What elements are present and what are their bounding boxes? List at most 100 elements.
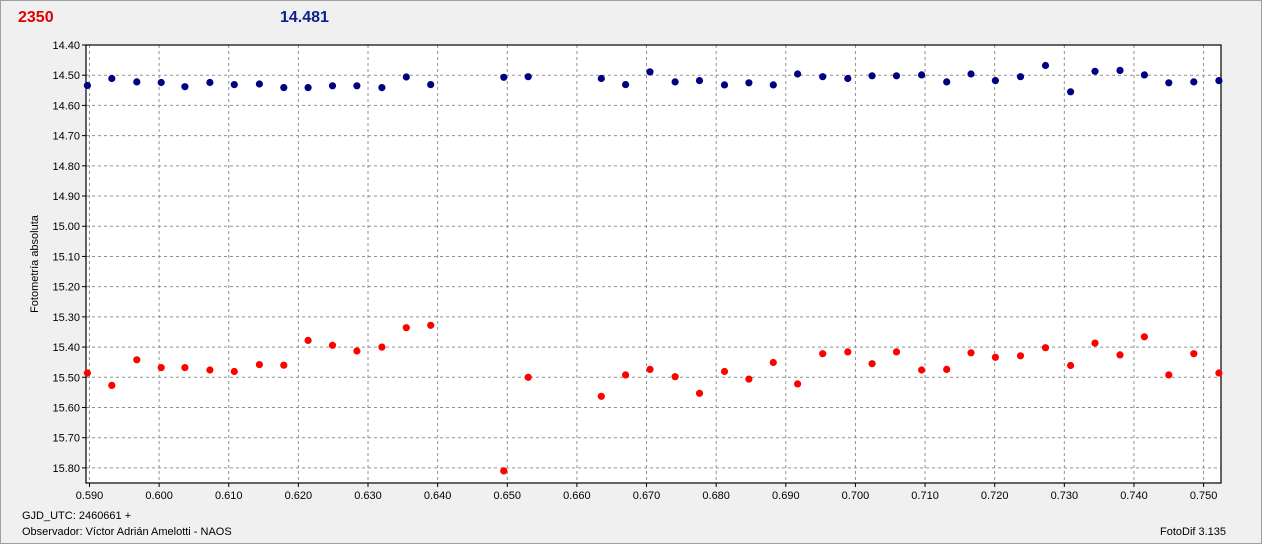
red-data-point xyxy=(255,361,263,369)
red-data-point xyxy=(83,369,91,377)
blue-data-point xyxy=(328,82,337,90)
blue-data-point xyxy=(695,77,704,85)
x-tick-label: 0.710 xyxy=(911,490,939,502)
y-tick-label: 15.40 xyxy=(52,342,80,354)
blue-data-point xyxy=(1215,77,1223,85)
blue-data-point xyxy=(967,70,975,78)
y-tick-label: 15.60 xyxy=(52,402,80,414)
software-label: FotoDif 3.135 xyxy=(1160,526,1227,538)
blue-data-point xyxy=(524,73,532,81)
x-tick-label: 0.700 xyxy=(842,490,870,502)
y-tick-label: 14.70 xyxy=(52,131,80,143)
red-data-point xyxy=(1067,361,1075,370)
red-data-point xyxy=(1116,351,1124,359)
red-data-point xyxy=(622,371,630,379)
red-data-point xyxy=(967,349,975,357)
x-tick-label: 0.630 xyxy=(354,490,382,502)
blue-data-point xyxy=(402,73,410,81)
y-tick-label: 15.70 xyxy=(52,433,80,445)
red-data-point xyxy=(1091,339,1099,347)
y-tick-label: 15.50 xyxy=(52,372,80,384)
blue-data-point xyxy=(157,78,165,87)
blue-data-point xyxy=(597,74,605,83)
y-tick-label: 15.80 xyxy=(52,463,80,475)
red-data-point xyxy=(819,350,827,358)
y-tick-label: 15.20 xyxy=(52,282,80,294)
red-data-point xyxy=(108,381,116,389)
blue-data-point xyxy=(892,72,901,80)
blue-data-point xyxy=(794,70,802,78)
blue-data-point xyxy=(133,78,141,86)
x-tick-label: 0.740 xyxy=(1120,490,1148,502)
x-tick-label: 0.690 xyxy=(772,490,800,502)
x-tick-label: 0.620 xyxy=(285,490,313,502)
y-tick-label: 15.30 xyxy=(52,312,80,324)
red-data-point xyxy=(157,364,165,372)
blue-data-point xyxy=(844,74,852,83)
y-tick-label: 14.40 xyxy=(52,40,80,52)
blue-data-point xyxy=(108,74,116,83)
blue-data-point xyxy=(1165,79,1173,87)
blue-data-point xyxy=(83,81,91,90)
red-data-point xyxy=(378,343,386,351)
red-data-point xyxy=(230,367,238,376)
red-data-point xyxy=(794,380,802,388)
scatter-chart: 14.40 14.50 14.60 14.70 14.80 14.90 15.00 15.10… xyxy=(29,40,1223,502)
blue-data-point xyxy=(671,78,679,86)
blue-data-point xyxy=(868,72,876,80)
x-tick-label: 0.680 xyxy=(702,490,730,502)
x-tick-label: 0.660 xyxy=(563,490,591,502)
blue-data-point xyxy=(745,79,753,87)
blue-data-point xyxy=(1091,67,1099,75)
blue-data-point xyxy=(427,81,435,89)
blue-data-point xyxy=(918,71,926,79)
blue-data-point xyxy=(1140,71,1148,79)
red-data-point xyxy=(500,467,508,475)
red-data-point xyxy=(918,366,926,374)
blue-data-point xyxy=(353,82,361,90)
red-data-point xyxy=(206,366,214,374)
red-data-point xyxy=(695,389,704,397)
red-data-point xyxy=(844,348,852,356)
red-data-point xyxy=(1140,333,1148,341)
blue-data-point xyxy=(1016,73,1025,81)
red-data-point xyxy=(868,360,876,368)
x-tick-label: 0.720 xyxy=(981,490,1009,502)
red-data-point xyxy=(328,341,337,349)
blue-data-point xyxy=(181,83,189,91)
blue-data-point xyxy=(206,78,214,87)
y-tick-label: 14.50 xyxy=(52,70,80,82)
blue-data-point xyxy=(304,84,312,92)
blue-data-point xyxy=(646,68,654,76)
blue-data-point xyxy=(1116,66,1124,74)
red-data-point xyxy=(1016,352,1025,360)
blue-data-point xyxy=(720,81,729,89)
x-tick-label: 0.670 xyxy=(633,490,661,502)
blue-data-point xyxy=(819,73,827,81)
red-data-point xyxy=(671,373,679,381)
x-tick-label: 0.730 xyxy=(1051,490,1079,502)
red-data-point xyxy=(597,392,605,400)
red-data-point xyxy=(892,348,901,356)
y-tick-label: 15.10 xyxy=(52,251,80,263)
y-axis-title: Fotometría absoluta xyxy=(29,214,41,313)
y-tick-label: 15.00 xyxy=(52,221,80,233)
x-tick-label: 0.750 xyxy=(1190,490,1218,502)
x-tick-label: 0.650 xyxy=(494,490,522,502)
red-data-point xyxy=(943,365,951,373)
x-tick-label: 0.610 xyxy=(215,490,243,502)
blue-data-point xyxy=(991,77,1000,85)
red-data-point xyxy=(181,364,189,372)
y-tick-label: 14.80 xyxy=(52,161,80,173)
red-data-point xyxy=(304,336,312,344)
blue-data-point xyxy=(378,84,386,92)
red-data-point xyxy=(133,356,141,364)
red-data-point xyxy=(1165,371,1173,379)
red-data-point xyxy=(745,375,753,383)
red-data-point xyxy=(991,353,1000,361)
blue-data-point xyxy=(622,81,630,89)
red-data-point xyxy=(353,347,361,355)
red-data-point xyxy=(280,361,288,369)
observer-label: Observador: Víctor Adrián Amelotti - NAO… xyxy=(22,526,232,538)
blue-data-point xyxy=(769,81,777,89)
